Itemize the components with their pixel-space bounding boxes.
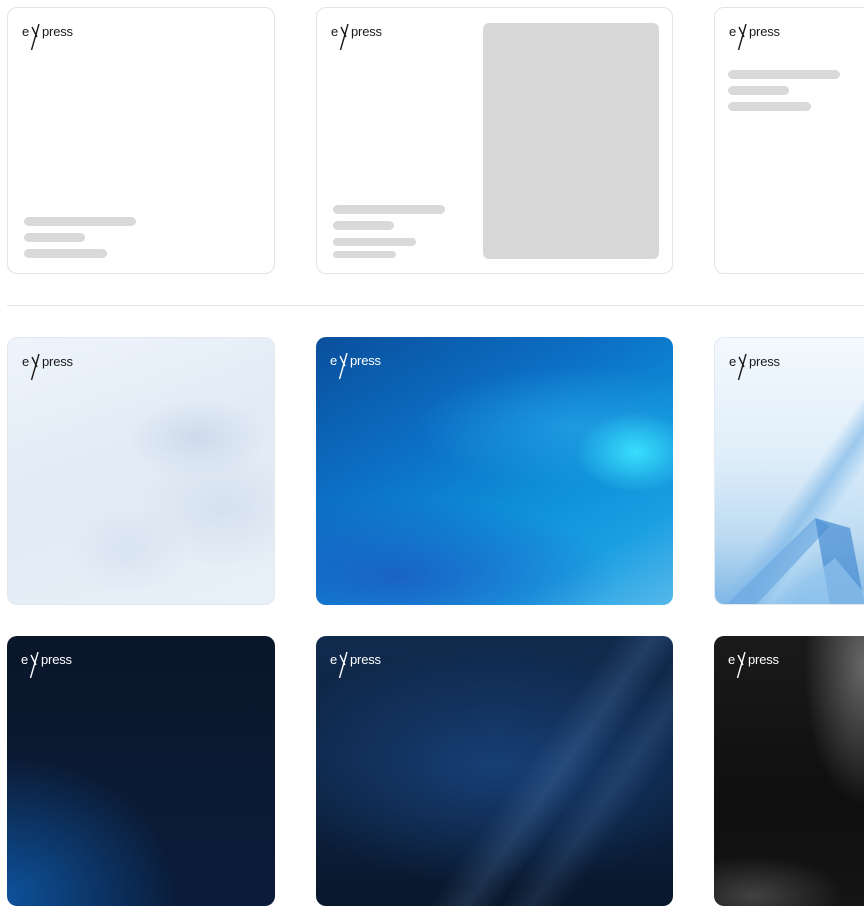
subtitle-placeholder-bar [24, 233, 85, 242]
template-card-text-top[interactable]: e press [714, 7, 864, 274]
logo-x-icon [339, 24, 349, 50]
logo-text: press [350, 652, 381, 667]
express-logo: e press [330, 353, 381, 379]
logo-letter: e [728, 652, 736, 667]
express-logo: e press [729, 354, 780, 380]
background-card-bright-blue[interactable]: e press [316, 337, 673, 605]
logo-text: press [749, 354, 780, 369]
title-placeholder-bar [728, 70, 840, 79]
text-placeholder-bar [333, 251, 396, 258]
text-placeholder-bar [333, 238, 416, 246]
template-card-text-bottom[interactable]: e press [7, 7, 275, 274]
logo-x-icon [736, 652, 746, 678]
template-card-text-image[interactable]: e press [316, 7, 673, 274]
logo-letter: e [21, 652, 29, 667]
background-card-light-blue[interactable]: e press [7, 337, 275, 605]
logo-text: press [350, 353, 381, 368]
text-placeholder-bar [728, 102, 811, 111]
logo-text: press [351, 24, 382, 39]
logo-text: press [41, 652, 72, 667]
crystal-graphic [727, 518, 864, 604]
express-logo: e press [729, 24, 780, 50]
logo-x-icon [30, 24, 40, 50]
express-logo: e press [728, 652, 779, 678]
logo-x-icon [30, 354, 40, 380]
image-placeholder [483, 23, 659, 259]
logo-x-icon [338, 652, 348, 678]
logo-text: press [42, 354, 73, 369]
logo-letter: e [330, 353, 338, 368]
express-logo: e press [331, 24, 382, 50]
logo-letter: e [729, 354, 737, 369]
logo-letter: e [729, 24, 737, 39]
logo-text: press [749, 24, 780, 39]
express-logo: e press [330, 652, 381, 678]
subtitle-placeholder-bar [333, 221, 394, 230]
logo-letter: e [22, 354, 30, 369]
title-placeholder-bar [333, 205, 445, 214]
background-card-black[interactable]: e press [714, 636, 864, 906]
section-divider [7, 305, 864, 306]
logo-text: press [748, 652, 779, 667]
text-placeholder-bar [24, 249, 107, 258]
logo-letter: e [331, 24, 339, 39]
subtitle-placeholder-bar [728, 86, 789, 95]
logo-letter: e [22, 24, 30, 39]
background-card-crystal[interactable]: e press [714, 337, 864, 605]
background-card-dark-navy[interactable]: e press [7, 636, 275, 906]
express-logo: e press [22, 24, 73, 50]
title-placeholder-bar [24, 217, 136, 226]
logo-text: press [42, 24, 73, 39]
logo-x-icon [737, 354, 747, 380]
express-logo: e press [21, 652, 72, 678]
logo-x-icon [737, 24, 747, 50]
background-card-navy-rays[interactable]: e press [316, 636, 673, 906]
logo-x-icon [338, 353, 348, 379]
express-logo: e press [22, 354, 73, 380]
logo-letter: e [330, 652, 338, 667]
logo-x-icon [29, 652, 39, 678]
